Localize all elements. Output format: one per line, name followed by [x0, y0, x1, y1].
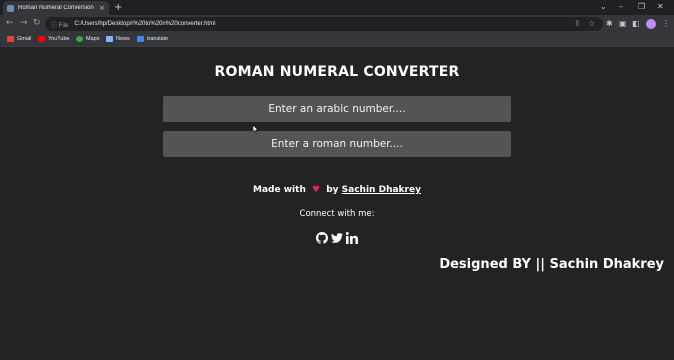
designed-by-credit: Designed BY || Sachin Dhakrey — [439, 257, 664, 272]
back-arrow-icon[interactable]: ← — [6, 18, 14, 29]
arabic-number-input[interactable] — [163, 96, 511, 122]
extension-icon[interactable]: ▣ — [619, 19, 627, 29]
bookmark-label: translate — [147, 36, 169, 42]
browser-toolbar: ← → ↻ ⓘ File C:/Users/hp/Desktop/r%20to%… — [0, 15, 674, 33]
translate-icon — [137, 36, 144, 42]
author-link[interactable]: Sachin Dhakrey — [342, 185, 421, 195]
forward-arrow-icon[interactable]: → — [20, 18, 28, 29]
roman-number-input[interactable] — [163, 131, 511, 157]
bookmark-news[interactable]: News — [106, 35, 130, 43]
close-window-button[interactable]: ✕ — [657, 2, 664, 12]
mouse-cursor-icon — [253, 125, 259, 134]
minimize-button[interactable]: – — [619, 2, 623, 12]
browser-tab[interactable]: Roman Numeral Conversion × — [3, 1, 109, 15]
page-favicon-icon — [7, 4, 14, 12]
bookmark-label: Gmail — [17, 36, 32, 42]
address-bar[interactable]: ⓘ File C:/Users/hp/Desktop/r%20to%20n%20… — [45, 17, 603, 31]
tab-strip: Roman Numeral Conversion × + ⌄ – ❐ ✕ — [0, 0, 674, 15]
social-links — [0, 232, 674, 244]
github-icon[interactable] — [316, 232, 328, 244]
tab-search-icon[interactable]: ⌄ — [600, 2, 607, 12]
bookmark-label: Maps — [86, 36, 100, 42]
heart-icon: ♥ — [312, 185, 321, 195]
maps-icon — [76, 36, 83, 42]
made-with-label: Made with — [253, 185, 306, 195]
youtube-icon — [38, 36, 45, 42]
connect-label: Connect with me: — [299, 209, 375, 219]
page-content: ROMAN NUMERAL CONVERTER Made with ♥ by S… — [0, 47, 674, 360]
reload-icon[interactable]: ↻ — [33, 18, 41, 29]
linkedin-icon[interactable] — [346, 232, 358, 244]
extensions-puzzle-icon[interactable]: ✱ — [606, 19, 613, 29]
profile-avatar[interactable] — [646, 19, 656, 29]
bookmark-label: News — [116, 36, 130, 42]
site-info-label[interactable]: ⓘ File — [51, 20, 68, 29]
news-icon — [106, 36, 113, 42]
side-panel-icon[interactable]: ◧ — [632, 19, 640, 29]
gmail-icon — [7, 36, 14, 42]
bookmark-translate[interactable]: translate — [137, 35, 168, 43]
share-icon[interactable]: ⇪ — [574, 19, 581, 28]
bookmark-gmail[interactable]: Gmail — [7, 35, 31, 43]
bookmark-maps[interactable]: Maps — [76, 35, 99, 43]
tab-title: Roman Numeral Conversion — [18, 5, 94, 11]
menu-kebab-icon[interactable]: ⋮ — [662, 19, 670, 29]
by-label: by — [326, 185, 339, 195]
bookmark-youtube[interactable]: YouTube — [38, 35, 70, 43]
bookmark-label: YouTube — [48, 36, 70, 42]
url-text: C:/Users/hp/Desktop/r%20to%20n%20convert… — [74, 21, 216, 27]
made-with-credit: Made with ♥ by Sachin Dhakrey — [0, 185, 674, 195]
restore-button[interactable]: ❐ — [638, 2, 645, 12]
new-tab-button[interactable]: + — [114, 2, 122, 13]
tab-close-icon[interactable]: × — [99, 4, 105, 12]
bookmarks-bar: Gmail YouTube Maps News translate — [0, 33, 674, 47]
page-title: ROMAN NUMERAL CONVERTER — [214, 64, 460, 80]
twitter-icon[interactable] — [331, 232, 343, 244]
bookmark-star-icon[interactable]: ☆ — [588, 19, 595, 28]
